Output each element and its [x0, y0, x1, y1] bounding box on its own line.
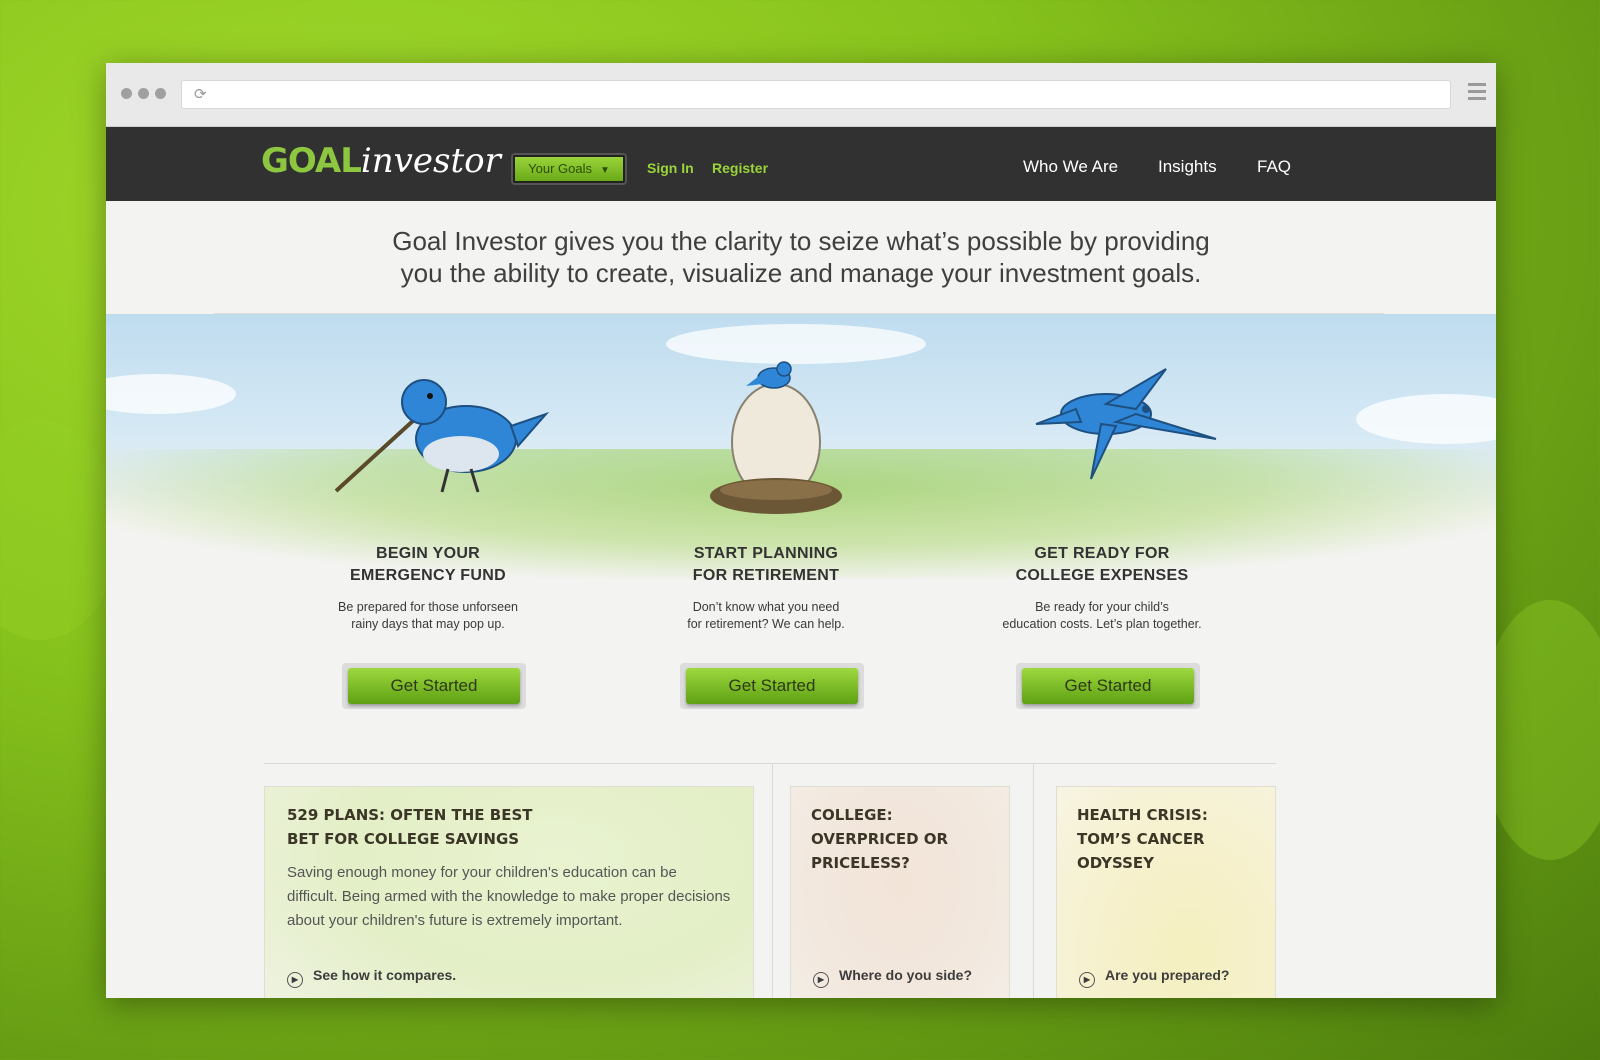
goal-title: GET READY FOR COLLEGE EXPENSES	[1015, 545, 1189, 584]
your-goals-label: Your Goals	[528, 161, 592, 176]
caret-down-icon: ▼	[599, 165, 610, 176]
site-logo[interactable]: GOALinvestor	[261, 141, 501, 185]
nav-link-insights[interactable]: Insights	[1158, 157, 1217, 177]
button-frame: Get Started	[680, 663, 864, 709]
bg-splat	[0, 420, 120, 640]
goal-title: START PLANNING FOR RETIREMENT	[692, 545, 840, 584]
article-title: COLLEGE: OVERPRICED OR PRICELESS?	[811, 806, 949, 872]
egg-in-nest-icon	[710, 361, 842, 514]
your-goals-dropdown[interactable]: Your Goals ▼	[513, 155, 625, 183]
hero-tagline: Goal Investor gives you the clarity to s…	[106, 225, 1496, 289]
play-circle-icon: ▶	[1079, 972, 1095, 988]
goal-description: Don’t know what you need for retirement? …	[687, 600, 845, 631]
article-card-health-crisis[interactable]: HEALTH CRISIS: TOM’S CANCER ODYSSEY ▶ Are y…	[1056, 786, 1276, 998]
sign-in-link[interactable]: Sign In	[647, 160, 694, 176]
article-title: HEALTH CRISIS: TOM’S CANCER ODYSSEY	[1077, 806, 1208, 872]
column-separator	[1033, 763, 1034, 998]
flying-bird-icon	[1035, 368, 1217, 480]
goal-title: BEGIN YOUR EMERGENCY FUND	[350, 545, 506, 584]
goal-card-college: GET READY FOR COLLEGE EXPENSES Be ready f…	[972, 543, 1232, 709]
browser-window: ⟳ GOALinvestor Your Goals ▼ Sign In Regis…	[106, 63, 1496, 998]
article-link[interactable]: ▶ Where do you side?	[813, 967, 972, 988]
tagline-line: Goal Investor gives you the clarity to s…	[392, 226, 1210, 256]
article-link[interactable]: ▶ Are you prepared?	[1079, 967, 1229, 988]
window-dot-icon[interactable]	[121, 88, 132, 99]
hamburger-menu-icon[interactable]	[1468, 83, 1486, 104]
address-bar[interactable]: ⟳	[181, 80, 1451, 109]
play-circle-icon: ▶	[813, 972, 829, 988]
site-header: GOALinvestor Your Goals ▼ Sign In Registe…	[106, 127, 1496, 201]
birds-illustration	[334, 361, 1217, 514]
article-link[interactable]: ▶ See how it compares.	[287, 967, 456, 988]
goal-description: Be ready for your child’s education costs…	[1002, 600, 1202, 631]
article-card-college[interactable]: COLLEGE: OVERPRICED OR PRICELESS? ▶ Where d…	[790, 786, 1010, 998]
window-controls[interactable]	[121, 88, 166, 99]
get-started-button[interactable]: Get Started	[1022, 668, 1194, 704]
hero-illustration	[106, 314, 1496, 579]
play-circle-icon: ▶	[287, 972, 303, 988]
bird-with-stick-icon	[334, 379, 550, 493]
get-started-button[interactable]: Get Started	[686, 668, 858, 704]
article-body: Saving enough money for your children's …	[287, 864, 731, 929]
goal-card-emergency-fund: BEGIN YOUR EMERGENCY FUND Be prepared for…	[298, 543, 558, 709]
window-dot-icon[interactable]	[155, 88, 166, 99]
tagline-line: you the ability to create, visualize and…	[400, 258, 1202, 288]
bg-splat	[300, 0, 520, 60]
button-frame: Get Started	[342, 663, 526, 709]
article-title: 529 PLANS: OFTEN THE BEST BET FOR COLLEGE…	[287, 806, 533, 848]
get-started-button[interactable]: Get Started	[348, 668, 520, 704]
logo-goal-text: GOAL	[261, 141, 362, 181]
bg-splat	[1480, 600, 1600, 860]
divider	[264, 763, 1276, 764]
browser-chrome: ⟳	[106, 63, 1496, 127]
goal-description: Be prepared for those unforseen rainy day…	[338, 600, 518, 631]
goal-card-retirement: START PLANNING FOR RETIREMENT Don’t know …	[636, 543, 896, 709]
logo-investor-text: investor	[360, 141, 501, 181]
button-frame: Get Started	[1016, 663, 1200, 709]
window-dot-icon[interactable]	[138, 88, 149, 99]
nav-link-faq[interactable]: FAQ	[1257, 157, 1291, 177]
nav-link-who-we-are[interactable]: Who We Are	[1023, 157, 1118, 177]
reload-icon[interactable]: ⟳	[194, 85, 207, 103]
article-card-529-plans[interactable]: 529 PLANS: OFTEN THE BEST BET FOR COLLEGE…	[264, 786, 754, 998]
column-separator	[772, 763, 773, 998]
register-link[interactable]: Register	[712, 160, 768, 176]
